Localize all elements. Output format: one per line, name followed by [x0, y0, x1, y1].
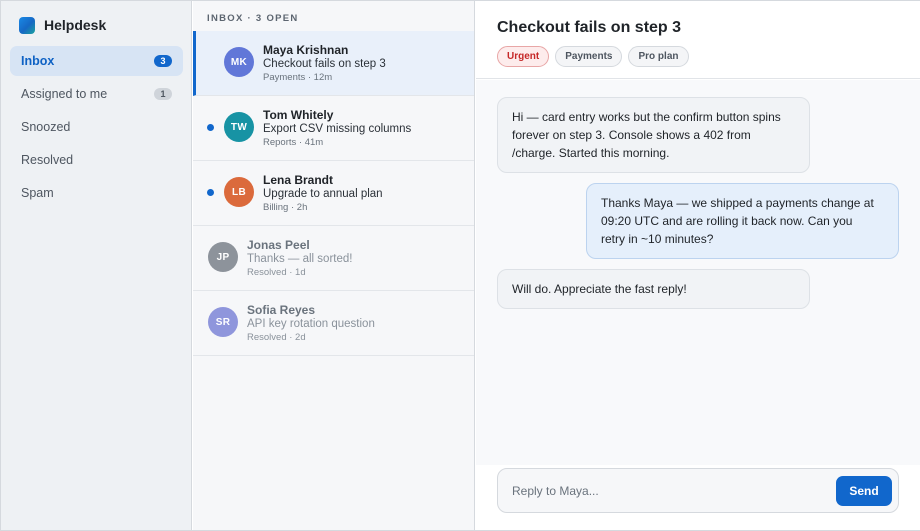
sidebar: Helpdesk Inbox 3 Assigned to me 1 Snooze…: [1, 1, 192, 530]
avatar: SR: [208, 307, 238, 337]
conversation-meta: Billing · 2h: [263, 202, 308, 213]
tag-urgent[interactable]: Urgent: [497, 46, 550, 67]
message-line: Thanks Maya — we shipped a payments chan…: [601, 196, 874, 210]
conversation-list: INBOX · 3 OPEN MK Maya Krishnan Checkout…: [193, 1, 475, 530]
avatar: MK: [224, 47, 254, 77]
contact-name: Lena Brandt: [263, 173, 334, 187]
conversation-subject: Thanks — all sorted!: [247, 253, 353, 265]
thread-title: Checkout fails on step 3: [497, 19, 682, 36]
unread-dot-icon: [207, 124, 214, 131]
reply-input[interactable]: [498, 469, 828, 512]
message-bubble-incoming: Hi — card entry works but the confirm bu…: [497, 97, 810, 173]
sidebar-item-label: Inbox: [21, 54, 55, 68]
conversation-meta: Reports · 41m: [263, 137, 324, 148]
reply-composer: Send: [497, 468, 899, 513]
conversation-item[interactable]: MK Maya Krishnan Checkout fails on step …: [193, 31, 474, 96]
avatar: JP: [208, 242, 238, 272]
list-header: INBOX · 3 OPEN: [207, 13, 299, 24]
sidebar-nav: Inbox 3 Assigned to me 1 Snoozed Resolve…: [10, 46, 183, 211]
message-line: retry in ~10 minutes?: [601, 232, 714, 246]
conversation-item[interactable]: SR Sofia Reyes API key rotation question…: [193, 291, 474, 356]
conversation-subject: Upgrade to annual plan: [263, 188, 383, 200]
brand: Helpdesk: [19, 15, 106, 35]
sidebar-item-snoozed[interactable]: Snoozed: [10, 112, 183, 142]
message-line: /charge. Started this morning.: [512, 146, 670, 160]
message-bubble-outgoing: Thanks Maya — we shipped a payments chan…: [586, 183, 899, 259]
conversation-meta: Resolved · 1d: [247, 267, 306, 278]
message-thread: Hi — card entry works but the confirm bu…: [476, 80, 920, 465]
tag-payments[interactable]: Payments: [555, 46, 623, 67]
message-line: Hi — card entry works but the confirm bu…: [512, 110, 781, 124]
contact-name: Jonas Peel: [247, 238, 310, 252]
message-line: Will do. Appreciate the fast reply!: [512, 282, 687, 296]
app-name: Helpdesk: [44, 17, 107, 33]
sidebar-item-label: Snoozed: [21, 120, 71, 134]
conversation-item[interactable]: JP Jonas Peel Thanks — all sorted! Resol…: [193, 226, 474, 291]
conversation-meta: Payments · 12m: [263, 72, 333, 83]
sidebar-item-resolved[interactable]: Resolved: [10, 145, 183, 175]
unread-dot-icon: [207, 189, 214, 196]
helpdesk-app: Helpdesk Inbox 3 Assigned to me 1 Snooze…: [0, 0, 920, 531]
conversation-item[interactable]: TW Tom Whitely Export CSV missing column…: [193, 96, 474, 161]
sidebar-item-assigned-to-me[interactable]: Assigned to me 1: [10, 79, 183, 109]
sidebar-item-label: Assigned to me: [21, 87, 108, 101]
contact-name: Tom Whitely: [263, 108, 334, 122]
conversation-subject: Export CSV missing columns: [263, 123, 412, 135]
message-line: forever on step 3. Console shows a 402 f…: [512, 128, 751, 142]
count-badge: 1: [154, 88, 172, 100]
conversation-subject: Checkout fails on step 3: [263, 58, 386, 70]
sidebar-item-spam[interactable]: Spam: [10, 178, 183, 208]
sidebar-item-inbox[interactable]: Inbox 3: [10, 46, 183, 76]
message-bubble-incoming: Will do. Appreciate the fast reply!: [497, 269, 810, 309]
sidebar-item-label: Resolved: [21, 153, 74, 167]
unread-count-badge: 3: [154, 55, 172, 67]
sidebar-item-label: Spam: [21, 186, 54, 200]
message-line: 09:20 UTC and are rolling it back now. C…: [601, 214, 853, 228]
conversation-meta: Resolved · 2d: [247, 332, 306, 343]
thread-pane: Checkout fails on step 3 Urgent Payments…: [476, 1, 920, 530]
contact-name: Sofia Reyes: [247, 303, 316, 317]
avatar: LB: [224, 177, 254, 207]
helpdesk-logo-icon: [19, 16, 35, 34]
conversation-subject: API key rotation question: [247, 318, 375, 330]
thread-header: Checkout fails on step 3 Urgent Payments…: [476, 1, 920, 79]
conversation-item[interactable]: LB Lena Brandt Upgrade to annual plan Bi…: [193, 161, 474, 226]
tag-pro-plan[interactable]: Pro plan: [628, 46, 689, 67]
send-button[interactable]: Send: [836, 476, 892, 506]
tag-list: Urgent Payments Pro plan: [497, 46, 695, 67]
avatar: TW: [224, 112, 254, 142]
contact-name: Maya Krishnan: [263, 43, 349, 57]
